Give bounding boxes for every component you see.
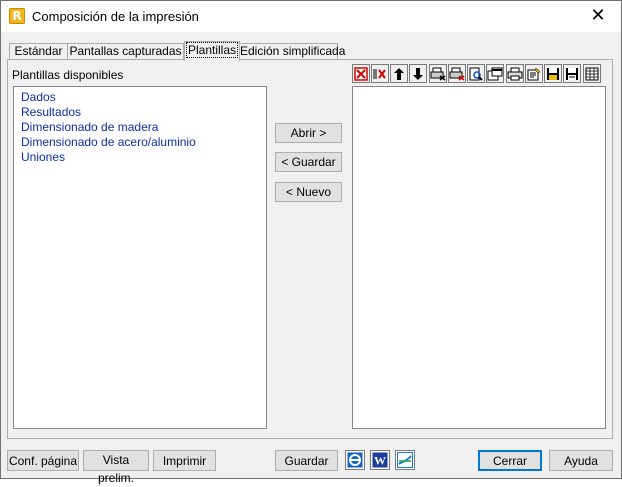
close-button[interactable]: Cerrar [478, 450, 542, 471]
print-options-remove-icon[interactable] [448, 64, 466, 83]
edit-note-icon[interactable] [525, 64, 543, 83]
rfem-app-icon: R [9, 8, 25, 24]
print-options-icon[interactable] [429, 64, 447, 83]
move-up-arrow-icon[interactable] [390, 64, 408, 83]
print-button[interactable]: Imprimir [153, 450, 216, 471]
list-item[interactable]: Uniones [14, 150, 266, 165]
save-to-template-button[interactable]: < Guardar [275, 152, 342, 172]
internet-explorer-icon[interactable] [345, 450, 365, 470]
word-letter: W [374, 454, 386, 468]
title-bar: R Composición de la impresión ✕ [1, 1, 621, 32]
print-composition-window: R Composición de la impresión ✕ Estándar… [0, 0, 622, 485]
tab-plantillas[interactable]: Plantillas [184, 41, 240, 61]
export-window-icon[interactable] [486, 64, 504, 83]
help-button[interactable]: Ayuda [549, 450, 613, 471]
printer-icon[interactable] [506, 64, 524, 83]
tab-pantallas-capturadas[interactable]: Pantallas capturadas [67, 43, 184, 60]
delete-all-icon[interactable] [371, 64, 389, 83]
list-item[interactable]: Dados [14, 90, 266, 105]
save-button[interactable]: Guardar [275, 450, 338, 471]
table-icon[interactable] [583, 64, 601, 83]
list-item[interactable]: Resultados [14, 105, 266, 120]
list-item[interactable]: Dimensionado de acero/aluminio [14, 135, 266, 150]
save-floppy-icon[interactable] [544, 64, 562, 83]
list-item[interactable]: Dimensionado de madera [14, 120, 266, 135]
tab-label: Edición simplificada [240, 44, 346, 58]
chart-export-icon[interactable] [395, 450, 415, 470]
tab-label: Pantallas capturadas [69, 44, 182, 58]
new-template-button[interactable]: < Nuevo [275, 182, 342, 202]
delete-red-x-icon[interactable] [352, 64, 370, 83]
available-templates-label: Plantillas disponibles [12, 68, 124, 82]
available-templates-list[interactable]: Dados Resultados Dimensionado de madera … [13, 86, 267, 429]
page-preview-icon[interactable] [467, 64, 485, 83]
tab-estandar[interactable]: Estándar [9, 43, 68, 60]
print-preview-button[interactable]: Vista prelim. [83, 450, 149, 485]
save-as-floppy-icon[interactable] [563, 64, 581, 83]
tab-label: Estándar [14, 44, 63, 58]
tab-edicion-simplificada[interactable]: Edición simplificada [239, 43, 345, 60]
move-down-arrow-icon[interactable] [409, 64, 427, 83]
open-button[interactable]: Abrir > [275, 123, 342, 143]
close-icon[interactable]: ✕ [575, 1, 621, 32]
selected-templates-list[interactable] [352, 86, 606, 429]
word-icon[interactable]: W [370, 450, 390, 470]
window-title: Composición de la impresión [32, 9, 199, 24]
page-setup-button[interactable]: Conf. página [7, 450, 79, 471]
tab-label: Plantillas [185, 42, 239, 58]
